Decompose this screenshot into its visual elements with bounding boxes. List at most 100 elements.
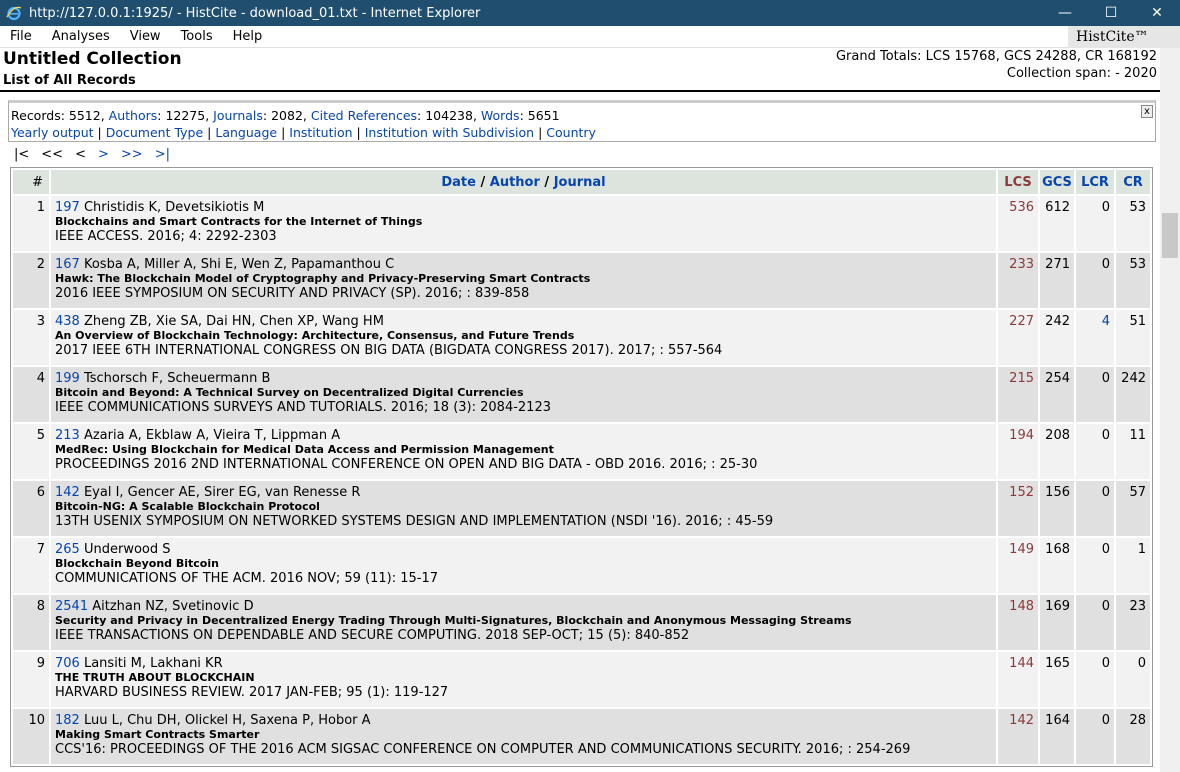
record-source: HARVARD BUSINESS REVIEW. 2017 JAN-FEB; 9… — [55, 685, 449, 700]
institution-subdivision-link[interactable]: Institution with Subdivision — [365, 125, 534, 140]
histcite-brand: HistCite™ — [1068, 26, 1180, 48]
country-link[interactable]: Country — [546, 125, 596, 140]
record-lcr: 0 — [1076, 424, 1114, 479]
internet-explorer-icon — [5, 4, 23, 22]
document-type-link[interactable]: Document Type — [106, 125, 203, 140]
record-source: 2016 IEEE SYMPOSIUM ON SECURITY AND PRIV… — [55, 286, 530, 301]
record-number: 10 — [13, 709, 49, 764]
record-title: Bitcoin and Beyond: A Technical Survey o… — [55, 386, 524, 399]
sort-journal-link[interactable]: Journal — [554, 175, 606, 190]
yearly-output-link[interactable]: Yearly output — [11, 125, 94, 140]
sort-gcs-link[interactable]: GCS — [1040, 170, 1074, 194]
record-id-link[interactable]: 213 — [55, 428, 80, 443]
record-number: 7 — [13, 538, 49, 593]
record-source: IEEE TRANSACTIONS ON DEPENDABLE AND SECU… — [55, 628, 690, 643]
record-cr: 242 — [1116, 367, 1150, 422]
close-summary-button[interactable]: x — [1141, 105, 1153, 118]
minimize-button[interactable]: — — [1042, 0, 1088, 26]
record-number: 2 — [13, 253, 49, 308]
record-gcs: 612 — [1040, 196, 1074, 251]
record-source: IEEE ACCESS. 2016; 4: 2292-2303 — [55, 229, 277, 244]
record-cr: 53 — [1116, 253, 1150, 308]
record-source: COMMUNICATIONS OF THE ACM. 2016 NOV; 59 … — [55, 571, 439, 586]
record-authors-line: 142 Eyal I, Gencer AE, Sirer EG, van Ren… — [55, 485, 992, 500]
record-id-link[interactable]: 199 — [55, 371, 80, 386]
record-number: 5 — [13, 424, 49, 479]
record-id-link[interactable]: 142 — [55, 485, 80, 500]
menu-bar: File Analyses View Tools Help HistCite™ — [0, 26, 1180, 48]
record-lcr: 0 — [1076, 196, 1114, 251]
journals-count: : 2082, — [262, 108, 311, 123]
menu-analyses[interactable]: Analyses — [42, 29, 120, 44]
record-id-link[interactable]: 197 — [55, 200, 80, 215]
pager-next-many[interactable]: >> — [121, 147, 143, 162]
record-gcs: 254 — [1040, 367, 1074, 422]
record-gcs: 242 — [1040, 310, 1074, 365]
pager-next[interactable]: > — [98, 147, 109, 162]
record-gcs: 156 — [1040, 481, 1074, 536]
record-authors: Zheng ZB, Xie SA, Dai HN, Chen XP, Wang … — [83, 314, 384, 329]
menu-file[interactable]: File — [0, 29, 42, 44]
sort-date-link[interactable]: Date — [441, 175, 476, 190]
record-gcs: 271 — [1040, 253, 1074, 308]
pager-last[interactable]: >| — [155, 147, 170, 162]
record-id-link[interactable]: 167 — [55, 257, 80, 272]
institution-link[interactable]: Institution — [289, 125, 352, 140]
record-cr: 0 — [1116, 652, 1150, 707]
words-link[interactable]: Words — [481, 108, 520, 123]
record-cell: 213 Azaria A, Ekblaw A, Vieira T, Lippma… — [51, 424, 996, 479]
vertical-scrollbar[interactable] — [1160, 48, 1180, 772]
close-button[interactable]: ✕ — [1134, 0, 1180, 26]
record-id-link[interactable]: 265 — [55, 542, 80, 557]
menu-view[interactable]: View — [120, 29, 171, 44]
menu-tools[interactable]: Tools — [171, 29, 223, 44]
sort-author-link[interactable]: Author — [490, 175, 540, 190]
record-title: Making Smart Contracts Smarter — [55, 728, 260, 741]
record-gcs: 208 — [1040, 424, 1074, 479]
minimize-icon: — — [1058, 5, 1072, 21]
record-id-link[interactable]: 438 — [55, 314, 80, 329]
record-lcr[interactable]: 4 — [1076, 310, 1114, 365]
record-title: Security and Privacy in Decentralized En… — [55, 614, 852, 627]
records-count: 5512 — [68, 108, 101, 123]
record-id-link[interactable]: 706 — [55, 656, 80, 671]
pager-prev: < — [75, 147, 86, 162]
header-sep-1: / — [475, 174, 490, 190]
record-cell: 438 Zheng ZB, Xie SA, Dai HN, Chen XP, W… — [51, 310, 996, 365]
record-lcs: 227 — [998, 310, 1038, 365]
table-row: 1 197 Christidis K, Devetsikiotis M Blockc… — [13, 196, 1150, 251]
table-row: 5 213 Azaria A, Ekblaw A, Vieira T, Lippm… — [13, 424, 1150, 479]
record-lcr: 0 — [1076, 709, 1114, 764]
record-id-link[interactable]: 2541 — [55, 599, 88, 614]
authors-link[interactable]: Authors — [109, 108, 158, 123]
collection-span: Collection span: - 2020 — [1006, 66, 1157, 81]
sort-lcr-link[interactable]: LCR — [1076, 170, 1114, 194]
cited-references-link[interactable]: Cited References — [311, 108, 417, 123]
record-source: CCS'16: PROCEEDINGS OF THE 2016 ACM SIGS… — [55, 742, 911, 757]
record-cell: 182 Luu L, Chu DH, Olickel H, Saxena P, … — [51, 709, 996, 764]
title-bar: http://127.0.0.1:1925/ - HistCite - down… — [0, 0, 1180, 26]
sort-cr-link[interactable]: CR — [1116, 170, 1150, 194]
record-source: PROCEEDINGS 2016 2ND INTERNATIONAL CONFE… — [55, 457, 758, 472]
record-authors-line: 167 Kosba A, Miller A, Shi E, Wen Z, Pap… — [55, 257, 992, 272]
language-link[interactable]: Language — [215, 125, 277, 140]
cited-references-count: : 104238, — [417, 108, 481, 123]
scrollbar-thumb[interactable] — [1162, 213, 1178, 258]
col-main-header: Date / Author / Journal — [51, 170, 996, 194]
table-row: 3 438 Zheng ZB, Xie SA, Dai HN, Chen XP, … — [13, 310, 1150, 365]
record-number: 3 — [13, 310, 49, 365]
record-lcs: 194 — [998, 424, 1038, 479]
maximize-button[interactable]: ☐ — [1088, 0, 1134, 26]
menu-help[interactable]: Help — [223, 29, 273, 44]
sort-lcs-link[interactable]: LCS — [998, 170, 1038, 194]
journals-link[interactable]: Journals — [213, 108, 263, 123]
record-id-link[interactable]: 182 — [55, 713, 80, 728]
record-lcs: 144 — [998, 652, 1038, 707]
record-number: 9 — [13, 652, 49, 707]
record-authors: Luu L, Chu DH, Olickel H, Saxena P, Hobo… — [83, 713, 371, 728]
table-row: 9 706 Lansiti M, Lakhani KR THE TRUTH ABOU… — [13, 652, 1150, 707]
record-cr: 53 — [1116, 196, 1150, 251]
list-subtitle: List of All Records — [3, 73, 136, 88]
table-row: 10 182 Luu L, Chu DH, Olickel H, Saxena P… — [13, 709, 1150, 764]
record-cr: 51 — [1116, 310, 1150, 365]
